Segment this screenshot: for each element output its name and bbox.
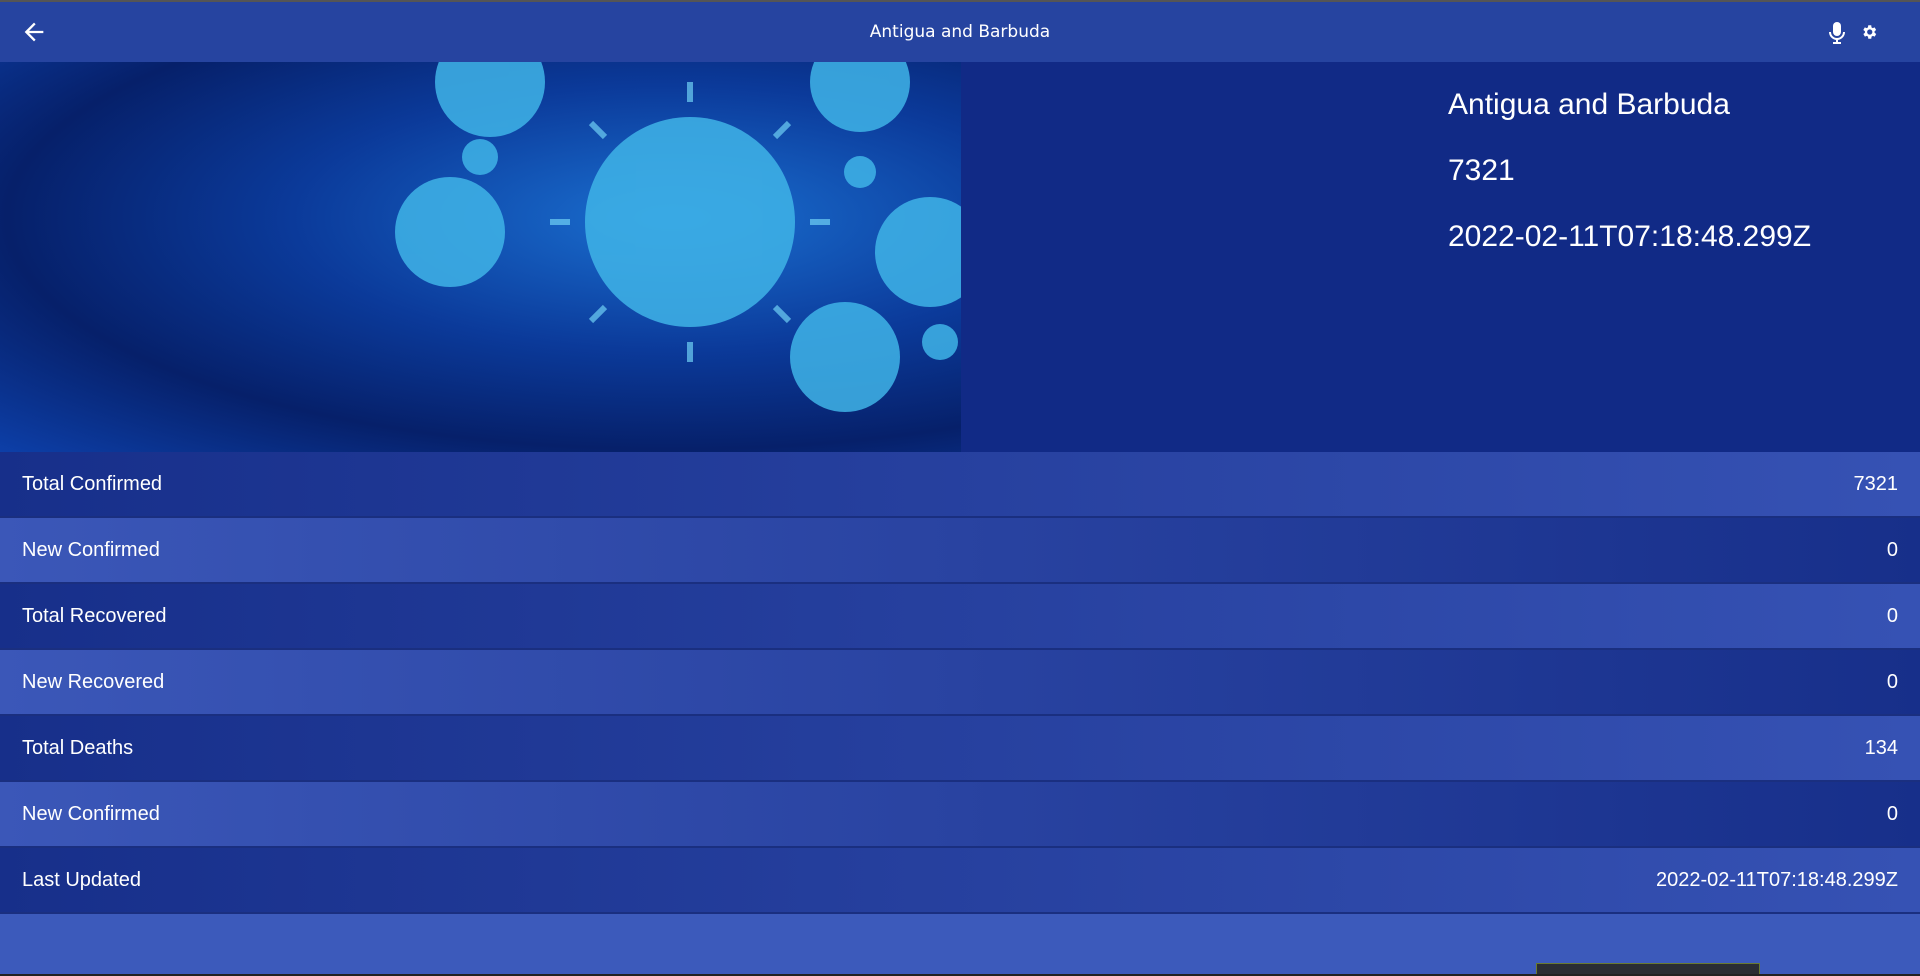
stat-value: 7321 <box>1853 472 1899 495</box>
stat-row-last-updated: Last Updated 2022-02-11T07:18:48.299Z <box>0 848 1920 914</box>
arrow-left-icon[interactable] <box>20 18 48 46</box>
stat-label: Last Updated <box>22 868 141 891</box>
stat-row-new-confirmed: New Confirmed 0 <box>0 518 1920 584</box>
stat-row-new-recovered: New Recovered 0 <box>0 650 1920 716</box>
stats-list: Total Confirmed 7321 New Confirmed 0 Total… <box>0 452 1920 914</box>
country-summary: Antigua and Barbuda 7321 2022-02-11T07:1… <box>1448 72 1811 270</box>
stat-row-total-confirmed: Total Confirmed 7321 <box>0 452 1920 518</box>
updated-date: 2022-02-11T07:18:48.299Z <box>1448 220 1812 253</box>
app-header: Antigua and Barbuda <box>0 0 1920 62</box>
hero-section: Antigua and Barbuda 7321 2022-02-11T07:1… <box>0 27 1920 452</box>
stat-row-total-deaths: Total Deaths 134 <box>0 716 1920 782</box>
country-name: Antigua and Barbuda <box>1448 88 1730 121</box>
stat-label: Total Recovered <box>22 604 167 627</box>
stat-value: 0 <box>1886 670 1898 693</box>
microphone-icon[interactable] <box>1828 21 1846 45</box>
stat-value: 0 <box>1886 604 1898 627</box>
page-title: Antigua and Barbuda <box>869 22 1051 42</box>
stat-label: Total Deaths <box>22 736 134 759</box>
total-cases: 7321 <box>1448 154 1515 187</box>
stat-value: 2022-02-11T07:18:48.299Z <box>1655 868 1898 891</box>
stat-label: Total Confirmed <box>22 472 163 495</box>
stat-row-new-deaths: New Confirmed 0 <box>0 782 1920 848</box>
stat-row-total-recovered: Total Recovered 0 <box>0 584 1920 650</box>
stat-value: 134 <box>1864 736 1898 759</box>
stat-label: New Confirmed <box>22 802 160 825</box>
stat-value: 0 <box>1886 802 1898 825</box>
stat-value: 0 <box>1886 538 1898 561</box>
stat-label: New Confirmed <box>22 538 160 561</box>
stat-label: New Recovered <box>22 670 165 693</box>
coronavirus-image <box>0 27 985 452</box>
gear-icon[interactable] <box>1860 23 1878 41</box>
